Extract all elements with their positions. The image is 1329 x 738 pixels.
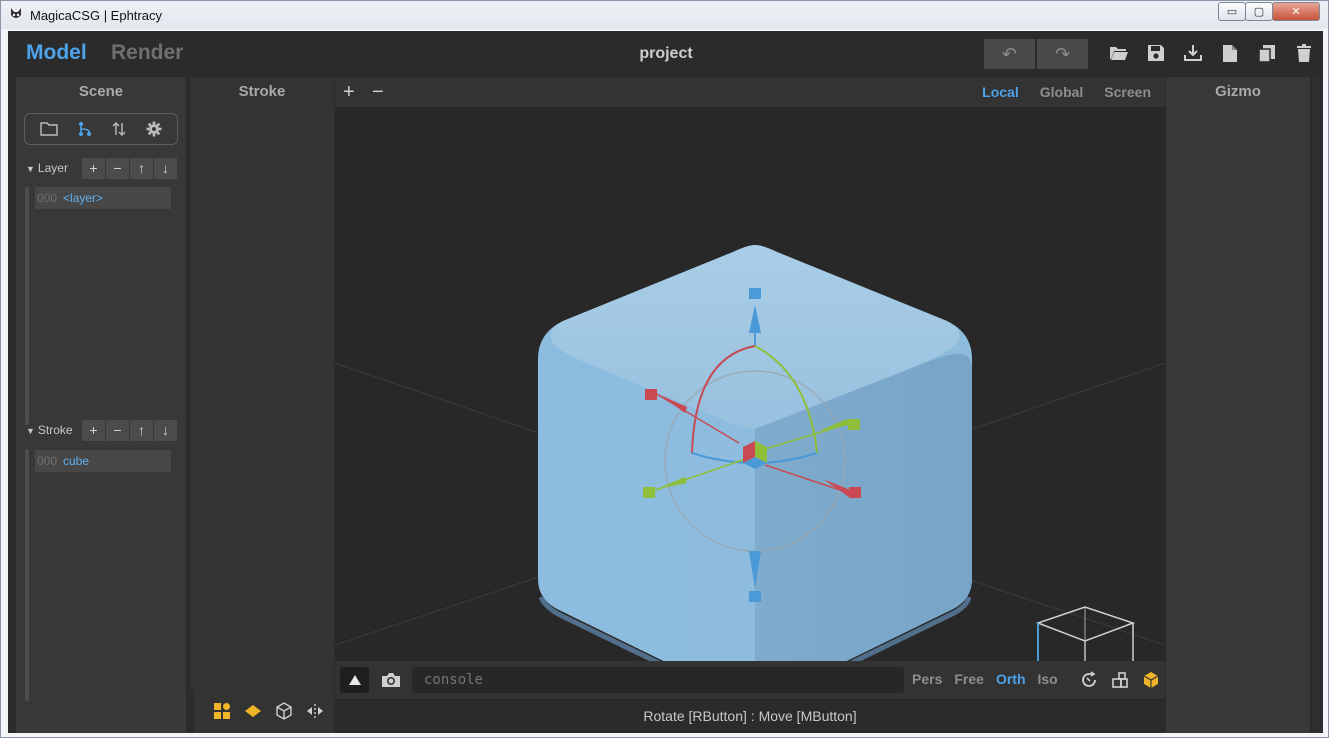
layer-move-down-button[interactable]: ↓ xyxy=(154,157,177,179)
window-title: MagicaCSG | Ephtracy xyxy=(30,8,162,23)
project-title: project xyxy=(639,45,693,62)
status-hint: Rotate [RButton] : Move [MButton] xyxy=(335,701,1165,733)
projection-mode-switch: Pers Free Orth Iso xyxy=(912,671,1070,687)
projection-orth-button[interactable]: Orth xyxy=(996,671,1026,687)
z-scale-handle-top xyxy=(749,288,761,299)
view-orientation-cube xyxy=(1035,606,1136,661)
app-logo-icon xyxy=(11,8,21,18)
reset-camera-icon[interactable] xyxy=(1073,667,1104,693)
right-scrollbar[interactable] xyxy=(1313,77,1321,733)
app-body: Model Render project ↶ ↷ Scene ▼ Layer +… xyxy=(8,31,1323,733)
zoom-out-button[interactable]: − xyxy=(372,81,384,104)
stroke-list-item[interactable]: 000 cube xyxy=(35,450,171,472)
3d-viewport[interactable]: + − Local Global Screen console Pers Fre… xyxy=(335,77,1165,733)
delete-trash-icon[interactable] xyxy=(1285,41,1322,65)
layer-remove-button[interactable]: − xyxy=(106,157,129,179)
mirror-symmetry-icon[interactable] xyxy=(299,698,330,724)
export-download-icon[interactable] xyxy=(1174,41,1211,65)
viewport-toolbar: + − Local Global Screen xyxy=(335,77,1165,107)
cube-outline-icon[interactable] xyxy=(268,698,299,724)
layer-add-button[interactable]: + xyxy=(82,157,105,179)
stroke-panel-title: Stroke xyxy=(238,83,286,100)
scene-panel: Scene ▼ Layer + − ↑ ↓ 000 <layer> ▼ Stro… xyxy=(16,77,186,733)
maximize-button[interactable]: ▢ xyxy=(1245,2,1273,21)
undo-button[interactable]: ↶ xyxy=(984,39,1035,69)
layer-list-item[interactable]: 000 <layer> xyxy=(35,187,171,209)
gizmo-panel: Gizmo xyxy=(1166,77,1310,733)
grid-layout-icon[interactable] xyxy=(1104,667,1135,693)
x-handle-right xyxy=(849,487,861,498)
minimize-button[interactable]: ▭ xyxy=(1218,2,1246,21)
layer-section-toggle[interactable]: ▼ Layer xyxy=(26,161,82,175)
console-input[interactable] xyxy=(412,667,904,693)
redo-button[interactable]: ↷ xyxy=(1037,39,1088,69)
projection-iso-button[interactable]: Iso xyxy=(1038,671,1058,687)
close-button[interactable]: ✕ xyxy=(1272,2,1320,21)
transform-space-switch: Local Global Screen xyxy=(961,84,1151,100)
stroke-remove-button[interactable]: − xyxy=(106,419,129,441)
diamond-shape-icon[interactable] xyxy=(237,698,268,724)
tree-hierarchy-icon[interactable] xyxy=(77,121,93,137)
space-local-button[interactable]: Local xyxy=(982,84,1019,100)
stroke-move-up-button[interactable]: ↑ xyxy=(130,419,153,441)
app-window: MagicaCSG | Ephtracy ▭ ▢ ✕ Model Render … xyxy=(0,0,1329,738)
viewport-bottom-bar: Pers Free Orth Iso xyxy=(335,661,1165,699)
run-play-button[interactable] xyxy=(340,667,369,693)
sort-arrows-icon[interactable] xyxy=(111,121,127,137)
z-scale-handle-bottom xyxy=(749,591,761,602)
stroke-panel: Stroke xyxy=(190,77,334,733)
layer-list-scrollbar[interactable] xyxy=(25,187,29,425)
layer-section-label: Layer xyxy=(37,161,68,175)
stroke-section-label: Stroke xyxy=(37,423,73,437)
stroke-add-button[interactable]: + xyxy=(82,419,105,441)
save-icon[interactable] xyxy=(1137,41,1174,65)
mode-tab-render[interactable]: Render xyxy=(111,41,183,65)
x-handle-left xyxy=(645,389,657,400)
stroke-name: cube xyxy=(63,454,90,468)
zoom-in-button[interactable]: + xyxy=(343,81,355,104)
y-handle-left xyxy=(643,487,655,498)
folder-icon[interactable] xyxy=(40,122,58,136)
stroke-move-down-button[interactable]: ↓ xyxy=(154,419,177,441)
copy-file-icon[interactable] xyxy=(1248,41,1285,65)
top-bar: Model Render project ↶ ↷ xyxy=(8,31,1323,75)
projection-pers-button[interactable]: Pers xyxy=(912,671,942,687)
stroke-section-toggle[interactable]: ▼ Stroke xyxy=(26,423,82,437)
gizmo-panel-title: Gizmo xyxy=(1215,83,1261,100)
settings-gear-icon[interactable] xyxy=(146,121,162,137)
new-file-icon[interactable] xyxy=(1211,41,1248,65)
stroke-shape-toolbar xyxy=(190,697,334,725)
scene-panel-title: Scene xyxy=(78,83,124,100)
viewport-scene[interactable] xyxy=(335,107,1165,661)
undo-redo-group: ↶ ↷ xyxy=(984,39,1090,69)
y-handle-right xyxy=(848,419,860,430)
window-titlebar[interactable]: MagicaCSG | Ephtracy ▭ ▢ ✕ xyxy=(1,1,1328,29)
stroke-list-scrollbar[interactable] xyxy=(25,449,29,701)
layer-name: <layer> xyxy=(63,191,104,205)
stroke-section-header: ▼ Stroke + − ↑ ↓ xyxy=(26,419,178,441)
add-shapes-icon[interactable] xyxy=(206,698,237,724)
scene-toolbar xyxy=(24,113,178,145)
camera-screenshot-icon[interactable] xyxy=(377,667,405,693)
solid-cube-view-icon[interactable] xyxy=(1135,667,1166,693)
layer-move-up-button[interactable]: ↑ xyxy=(130,157,153,179)
projection-free-button[interactable]: Free xyxy=(954,671,984,687)
open-folder-icon[interactable] xyxy=(1100,41,1137,65)
space-global-button[interactable]: Global xyxy=(1040,84,1084,100)
stroke-index: 000 xyxy=(37,454,58,468)
layer-section-header: ▼ Layer + − ↑ ↓ xyxy=(26,157,178,179)
mode-tab-model[interactable]: Model xyxy=(26,41,87,65)
space-screen-button[interactable]: Screen xyxy=(1104,84,1151,100)
layer-index: 000 xyxy=(37,191,58,205)
